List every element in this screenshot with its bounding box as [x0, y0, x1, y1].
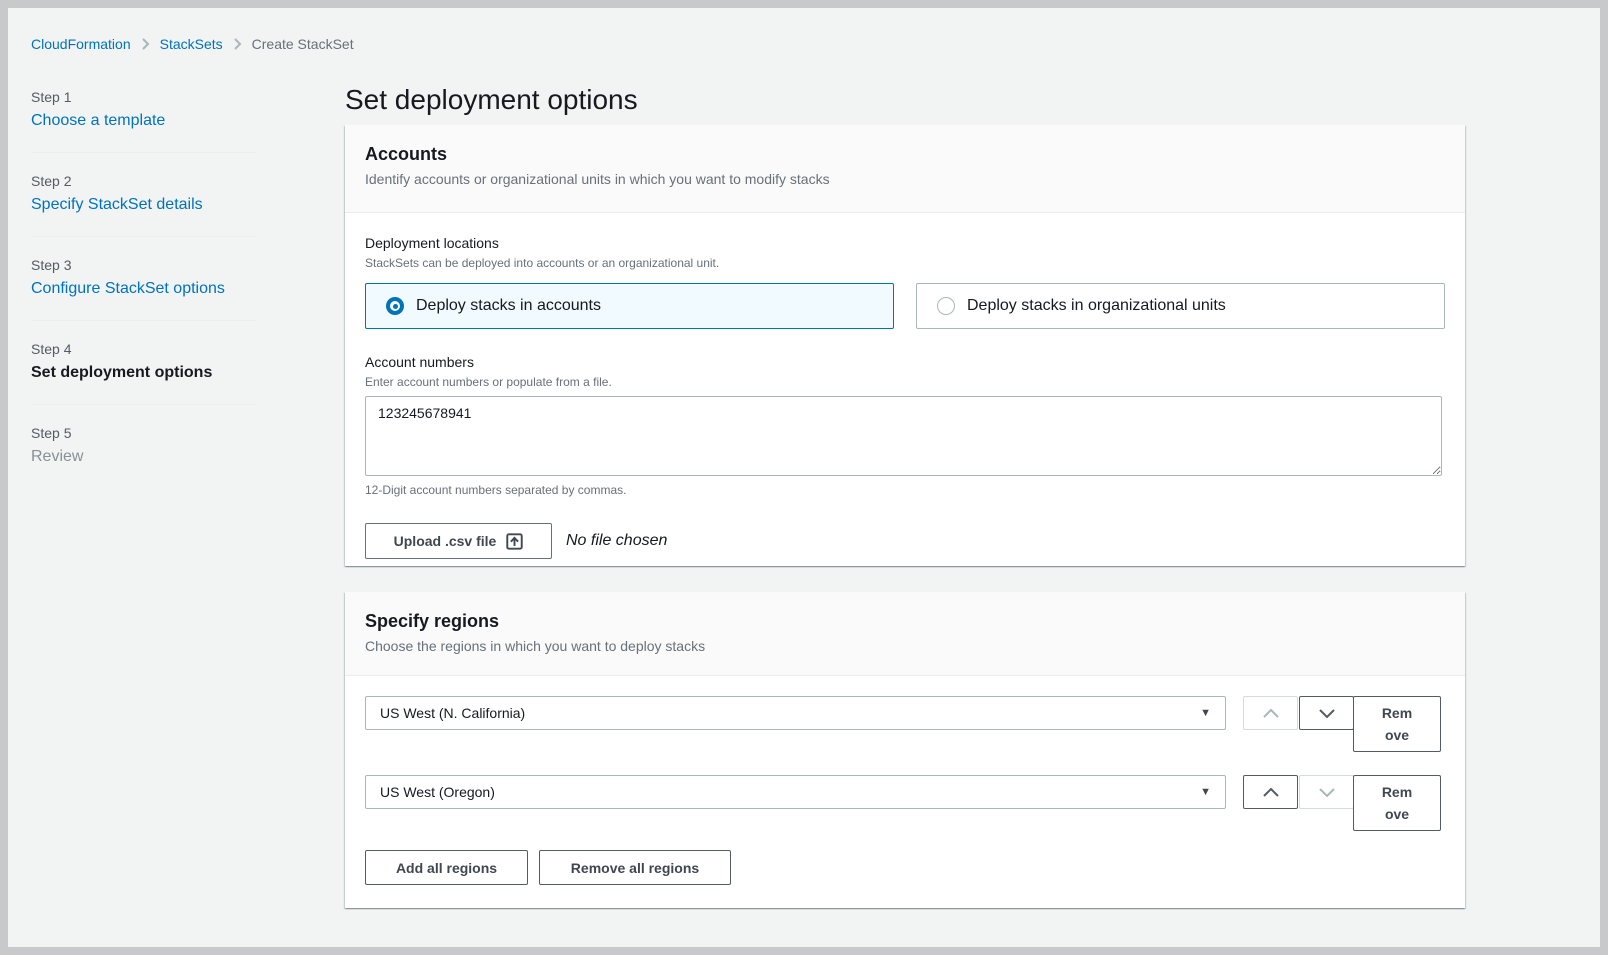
page-title: Set deployment options	[345, 82, 638, 118]
remove-all-regions-button[interactable]: Remove all regions	[539, 850, 731, 885]
caret-down-icon: ▼	[1200, 786, 1211, 798]
chevron-right-icon	[233, 37, 242, 51]
caret-down-icon: ▼	[1200, 707, 1211, 719]
regions-card-header: Specify regions Choose the regions in wh…	[345, 592, 1465, 676]
regions-card-description: Choose the regions in which you want to …	[365, 636, 1445, 656]
accounts-card-header: Accounts Identify accounts or organizati…	[345, 125, 1465, 213]
page: CloudFormation StackSets Create StackSet…	[8, 8, 1600, 947]
step-3-link[interactable]: Configure StackSet options	[31, 278, 255, 300]
deployment-locations-description: StackSets can be deployed into accounts …	[365, 255, 1445, 271]
step-1-link[interactable]: Choose a template	[31, 110, 255, 132]
step-3-block: Step 3 Configure StackSet options	[31, 256, 255, 321]
upload-csv-button[interactable]: Upload .csv file	[365, 523, 552, 559]
move-region-up-button[interactable]	[1243, 775, 1298, 809]
account-numbers-hint: 12-Digit account numbers separated by co…	[365, 482, 1445, 498]
account-numbers-field: Account numbers Enter account numbers or…	[365, 352, 1445, 498]
deployment-locations-label: Deployment locations	[365, 233, 1445, 253]
remove-region-button[interactable]: Remove	[1353, 696, 1441, 752]
step-5-block: Step 5 Review	[31, 424, 255, 488]
radio-tile-deploy-organizational-units[interactable]: Deploy stacks in organizational units	[916, 283, 1445, 329]
wizard-steps-nav: Step 1 Choose a template Step 2 Specify …	[31, 88, 255, 507]
step-2-number: Step 2	[31, 172, 255, 190]
accounts-card-description: Identify accounts or organizational unit…	[365, 169, 1445, 189]
step-4-current: Set deployment options	[31, 362, 255, 384]
move-region-up-button[interactable]	[1243, 696, 1298, 730]
breadcrumb-link-stacksets[interactable]: StackSets	[160, 34, 223, 54]
radio-unselected-icon[interactable]	[937, 297, 955, 315]
upload-row: Upload .csv file No file chosen	[365, 523, 1445, 559]
bulk-region-buttons: Add all regions Remove all regions	[365, 850, 1445, 885]
radio-tile-label: Deploy stacks in accounts	[416, 297, 601, 315]
account-numbers-description: Enter account numbers or populate from a…	[365, 374, 1445, 390]
step-3-number: Step 3	[31, 256, 255, 274]
breadcrumb: CloudFormation StackSets Create StackSet	[31, 34, 354, 54]
step-2-block: Step 2 Specify StackSet details	[31, 172, 255, 237]
breadcrumb-current: Create StackSet	[252, 34, 354, 54]
step-1-block: Step 1 Choose a template	[31, 88, 255, 153]
move-region-down-button[interactable]	[1299, 775, 1354, 809]
upload-icon	[506, 533, 523, 550]
upload-csv-button-label: Upload .csv file	[394, 533, 497, 549]
region-select-1-value: US West (N. California)	[380, 705, 525, 721]
radio-selected-icon[interactable]	[386, 297, 404, 315]
remove-region-button[interactable]: Remove	[1353, 775, 1441, 831]
region-row-1: US West (N. California) ▼ Remove	[365, 696, 1445, 752]
region-select-2[interactable]: US West (Oregon) ▼	[365, 775, 1226, 809]
chevron-down-icon	[1318, 787, 1336, 798]
deployment-location-tiles: Deploy stacks in accounts Deploy stacks …	[365, 283, 1445, 329]
chevron-down-icon	[1318, 708, 1336, 719]
chevron-right-icon	[141, 37, 150, 51]
account-numbers-label: Account numbers	[365, 352, 1445, 372]
step-4-number: Step 4	[31, 340, 255, 358]
add-all-regions-button[interactable]: Add all regions	[365, 850, 528, 885]
step-2-link[interactable]: Specify StackSet details	[31, 194, 255, 216]
chevron-up-icon	[1262, 787, 1280, 798]
step-5-disabled: Review	[31, 446, 255, 468]
regions-card-title: Specify regions	[365, 609, 1445, 633]
regions-card-body: US West (N. California) ▼ Remove	[345, 676, 1465, 905]
chevron-up-icon	[1262, 708, 1280, 719]
accounts-card-title: Accounts	[365, 142, 1445, 166]
move-region-down-button[interactable]	[1299, 696, 1354, 730]
breadcrumb-link-cloudformation[interactable]: CloudFormation	[31, 34, 131, 54]
accounts-card: Accounts Identify accounts or organizati…	[345, 125, 1465, 566]
radio-tile-label: Deploy stacks in organizational units	[967, 297, 1226, 315]
accounts-card-body: Deployment locations StackSets can be de…	[345, 213, 1465, 579]
file-chosen-status: No file chosen	[566, 532, 667, 550]
region-select-1[interactable]: US West (N. California) ▼	[365, 696, 1226, 730]
region-select-2-value: US West (Oregon)	[380, 784, 495, 800]
radio-tile-deploy-accounts[interactable]: Deploy stacks in accounts	[365, 283, 894, 329]
specify-regions-card: Specify regions Choose the regions in wh…	[345, 592, 1465, 908]
account-numbers-input[interactable]: 123245678941	[365, 396, 1442, 476]
step-4-block: Step 4 Set deployment options	[31, 340, 255, 405]
region-row-2: US West (Oregon) ▼ Remove	[365, 775, 1445, 831]
step-5-number: Step 5	[31, 424, 255, 442]
step-1-number: Step 1	[31, 88, 255, 106]
